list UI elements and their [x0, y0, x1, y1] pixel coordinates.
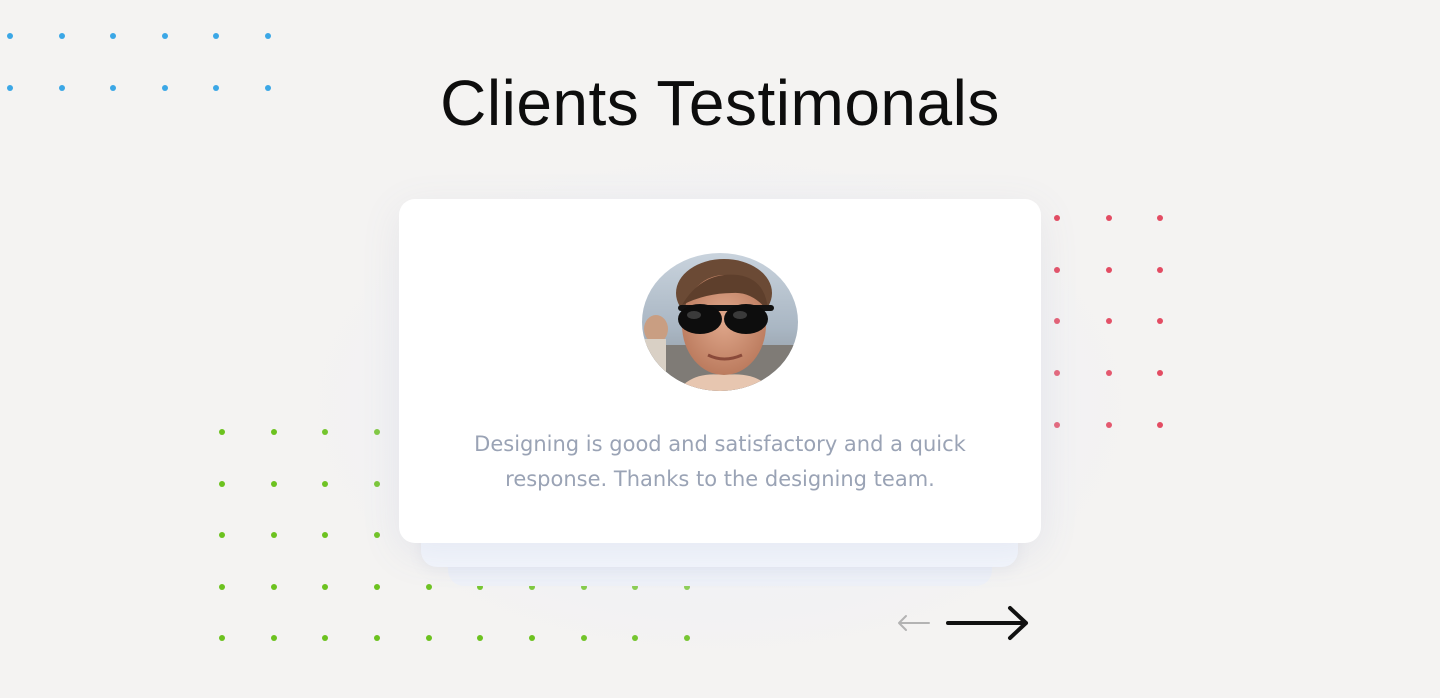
client-photo-icon — [642, 253, 798, 391]
section-title: Clients Testimonals — [440, 67, 1000, 139]
client-avatar — [642, 253, 798, 391]
testimonial-card: Designing is good and satisfactory and a… — [399, 199, 1041, 543]
arrow-right-icon — [946, 606, 1028, 640]
arrow-left-icon — [898, 615, 930, 631]
testimonials-section: Clients Testimonals Designing is good an… — [0, 0, 1440, 698]
prev-button[interactable] — [892, 600, 934, 646]
next-button[interactable] — [942, 600, 1034, 646]
testimonial-quote: Designing is good and satisfactory and a… — [474, 432, 966, 491]
